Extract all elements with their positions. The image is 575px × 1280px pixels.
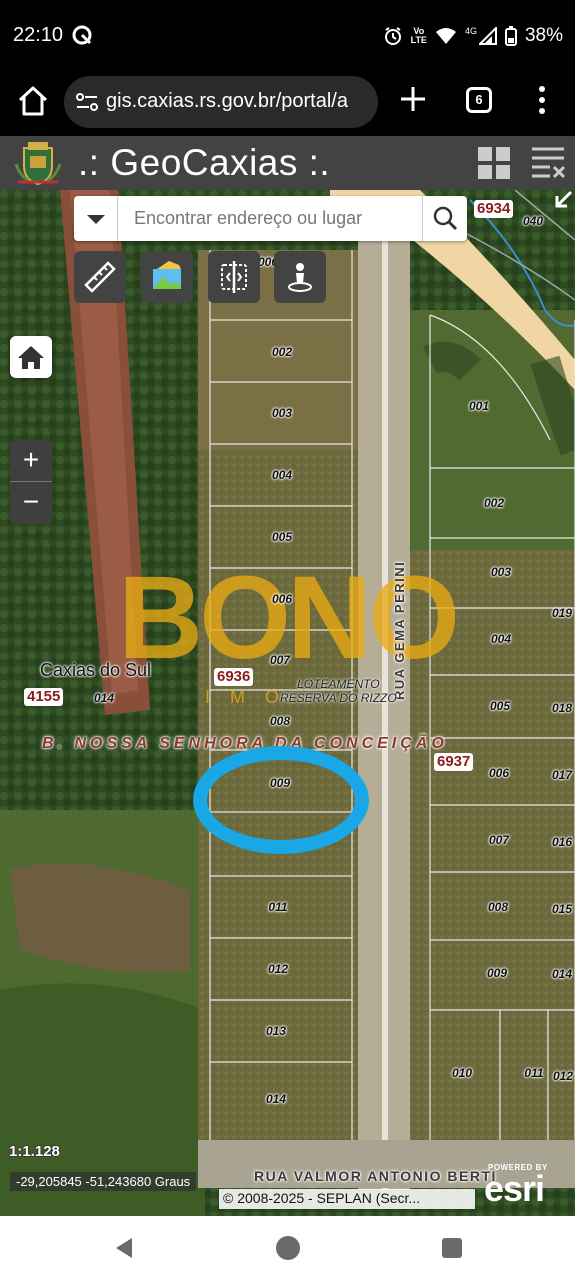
lot-label[interactable]: 006 [489, 766, 509, 780]
lot-label[interactable]: 009 [487, 966, 507, 980]
lot-label[interactable]: 018 [552, 701, 572, 715]
lot-label[interactable]: 011 [524, 1066, 543, 1080]
search-bar [74, 196, 467, 241]
basemap-gallery-button[interactable] [141, 251, 193, 303]
map-attribution[interactable]: © 2008-2025 - SEPLAN (Secr... [219, 1189, 475, 1209]
wifi-icon [435, 28, 456, 44]
block-badge[interactable]: 4155 [24, 688, 64, 706]
locate-tool-button[interactable] [274, 251, 326, 303]
signal-icon [478, 27, 497, 45]
grid-menu-icon[interactable] [477, 146, 511, 180]
map-scale: 1:1.128 [9, 1143, 60, 1160]
tab-switcher-button[interactable]: 6 [466, 87, 492, 113]
highlight-circle [193, 746, 369, 854]
lot-label[interactable]: 017 [552, 768, 572, 782]
home-icon[interactable] [16, 84, 50, 118]
lot-label[interactable]: 004 [491, 632, 511, 646]
lot-label[interactable]: 010 [452, 1066, 472, 1080]
volte-indicator: Vo LTE [410, 26, 427, 45]
address-bar[interactable]: gis.caxias.rs.gov.br/portal/a [64, 76, 378, 128]
app-title: .: GeoCaxias :. [78, 142, 331, 183]
swipe-icon [221, 261, 247, 293]
person-location-icon [288, 263, 312, 292]
default-extent-button[interactable] [10, 336, 52, 378]
block-badge[interactable]: 6936 [214, 668, 254, 686]
lot-label[interactable]: 040 [523, 214, 543, 228]
lot-label[interactable]: 005 [272, 530, 292, 544]
battery-icon [504, 26, 517, 46]
lot-label[interactable]: 007 [489, 833, 509, 847]
alarm-icon [384, 27, 401, 45]
swipe-tool-button[interactable] [208, 251, 260, 303]
collapse-arrow-icon[interactable] [551, 190, 573, 212]
lot-label[interactable]: 005 [490, 699, 510, 713]
lot-label[interactable]: 007 [270, 653, 290, 667]
lot-label[interactable]: 016 [552, 835, 572, 849]
layer-list-icon[interactable] [530, 145, 566, 181]
system-navigation-bar [0, 1216, 575, 1280]
zoom-control: + − [10, 440, 52, 524]
street-label-valmor: RUA VALMOR ANTONIO BERTI [254, 1168, 497, 1184]
zoom-out-button[interactable]: − [10, 482, 52, 524]
lot-label[interactable]: 002 [484, 496, 504, 510]
city-coat-of-arms-logo [14, 142, 62, 186]
lot-label[interactable]: 006 [272, 592, 292, 606]
lot-label[interactable]: 015 [552, 902, 572, 916]
ruler-icon [84, 261, 116, 293]
lot-label[interactable]: 008 [488, 900, 508, 914]
block-badge[interactable]: 6934 [474, 200, 514, 218]
lot-label[interactable]: 008 [270, 714, 290, 728]
browser-toolbar: gis.caxias.rs.gov.br/portal/a 6 [0, 70, 575, 136]
search-input[interactable] [120, 196, 422, 241]
status-time: 22:10 [13, 24, 64, 46]
more-menu-icon[interactable] [532, 84, 552, 116]
site-settings-icon[interactable] [76, 92, 98, 112]
basemap-icon [153, 261, 181, 289]
map-view[interactable]: BONO IMO RUA GEMA PERINI RUA VALMOR ANTO… [0, 190, 575, 1216]
zoom-in-button[interactable]: + [10, 440, 52, 482]
search-icon [433, 206, 458, 231]
lot-label[interactable]: 012 [553, 1069, 573, 1083]
caret-down-icon [87, 215, 105, 224]
search-source-dropdown[interactable] [74, 196, 118, 241]
url-text[interactable]: gis.caxias.rs.gov.br/portal/a [106, 90, 348, 113]
lot-label[interactable]: 011 [268, 900, 287, 914]
recents-button[interactable] [442, 1238, 462, 1258]
city-label: Caxias do Sul [40, 660, 152, 680]
block-badge[interactable]: 6937 [434, 753, 474, 771]
lot-label[interactable]: 014 [266, 1092, 286, 1106]
lot-label[interactable]: 014 [552, 967, 572, 981]
subdivision-label-line1: LOTEAMENTO [297, 677, 380, 691]
back-icon[interactable] [112, 1236, 136, 1260]
lot-label[interactable]: 003 [272, 406, 292, 420]
search-button[interactable] [422, 196, 467, 241]
network-type: 4G [464, 26, 477, 36]
measure-tool-button[interactable] [74, 251, 126, 303]
lot-label[interactable]: 014 [94, 691, 114, 705]
lot-label[interactable]: 012 [268, 962, 288, 976]
esri-logo[interactable]: esri [484, 1168, 545, 1210]
home-icon [18, 346, 44, 369]
status-bar: 22:10 Vo LTE 4G 38% [0, 0, 575, 70]
lot-label[interactable]: 002 [272, 345, 292, 359]
lot-label[interactable]: 003 [491, 565, 511, 579]
lot-label[interactable]: 013 [266, 1024, 286, 1038]
subdivision-label: LOTEAMENTO RESERVA DO RIZZO [280, 677, 397, 705]
lot-label[interactable]: 004 [272, 468, 292, 482]
new-tab-icon[interactable] [398, 84, 428, 114]
lot-label[interactable]: 001 [469, 399, 489, 413]
map-coordinates: -29,205845 -51,243680 Graus [10, 1172, 197, 1191]
status-icons: Vo LTE 4G 38% [383, 24, 563, 48]
app-header: .: GeoCaxias :. [0, 136, 575, 190]
battery-percent: 38% [524, 25, 563, 46]
subdivision-label-line2: RESERVA DO RIZZO [280, 691, 397, 705]
system-home-button[interactable] [276, 1236, 300, 1260]
lot-label[interactable]: 019 [552, 606, 572, 620]
app-notification-icon [72, 25, 92, 45]
